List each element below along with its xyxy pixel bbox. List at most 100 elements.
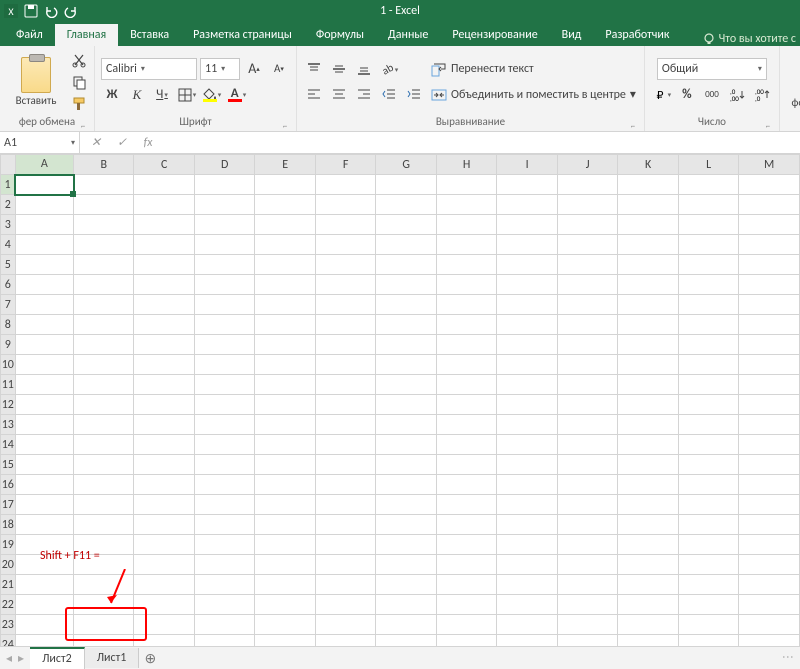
cell[interactable]: [194, 255, 254, 275]
cell[interactable]: [376, 215, 436, 235]
row-header[interactable]: 9: [1, 335, 16, 355]
cell[interactable]: [436, 195, 496, 215]
column-header[interactable]: G: [376, 155, 436, 175]
cell[interactable]: [678, 555, 738, 575]
cell[interactable]: [557, 415, 617, 435]
cell[interactable]: [74, 375, 134, 395]
cell[interactable]: [618, 615, 678, 635]
cell[interactable]: [255, 355, 315, 375]
row-header[interactable]: 16: [1, 475, 16, 495]
cell[interactable]: [315, 415, 375, 435]
cell[interactable]: [255, 635, 315, 647]
cell[interactable]: [739, 455, 800, 475]
cell[interactable]: [678, 575, 738, 595]
alignment-launcher-icon[interactable]: ⌐: [628, 120, 638, 130]
cell[interactable]: [255, 415, 315, 435]
cell[interactable]: [74, 435, 134, 455]
row-header[interactable]: 10: [1, 355, 16, 375]
cell[interactable]: [557, 335, 617, 355]
cell[interactable]: [134, 495, 194, 515]
cell[interactable]: [618, 215, 678, 235]
cell[interactable]: [134, 295, 194, 315]
cell[interactable]: [376, 355, 436, 375]
cell[interactable]: [194, 575, 254, 595]
cell[interactable]: [376, 555, 436, 575]
column-header[interactable]: I: [497, 155, 557, 175]
worksheet[interactable]: A B C D E F G H I J K L M 1 234567891011…: [0, 154, 800, 646]
accounting-format-button[interactable]: ₽▾: [651, 84, 673, 106]
cell[interactable]: [497, 595, 557, 615]
cell[interactable]: [15, 355, 73, 375]
increase-indent-button[interactable]: [403, 83, 425, 105]
font-launcher-icon[interactable]: ⌐: [280, 120, 290, 130]
cell[interactable]: [497, 575, 557, 595]
cell[interactable]: [15, 615, 73, 635]
cell[interactable]: [134, 515, 194, 535]
percent-format-button[interactable]: %: [676, 84, 698, 106]
align-bottom-button[interactable]: [353, 58, 375, 80]
cell[interactable]: [15, 375, 73, 395]
row-header[interactable]: 21: [1, 575, 16, 595]
cell[interactable]: [678, 515, 738, 535]
cell[interactable]: [74, 395, 134, 415]
cell[interactable]: [376, 235, 436, 255]
cell[interactable]: [74, 455, 134, 475]
cell[interactable]: [678, 395, 738, 415]
cell[interactable]: [436, 535, 496, 555]
cell[interactable]: [15, 435, 73, 455]
cell[interactable]: [618, 575, 678, 595]
cell[interactable]: [255, 375, 315, 395]
cell[interactable]: [255, 515, 315, 535]
cell[interactable]: [436, 575, 496, 595]
tab-data[interactable]: Данные: [376, 24, 440, 46]
cell[interactable]: [557, 515, 617, 535]
enter-formula-button[interactable]: ✓: [112, 133, 132, 153]
cell[interactable]: [194, 615, 254, 635]
cell[interactable]: [376, 275, 436, 295]
copy-button[interactable]: [70, 73, 88, 91]
cell[interactable]: [739, 315, 800, 335]
cell[interactable]: [678, 335, 738, 355]
cell[interactable]: [618, 435, 678, 455]
cell[interactable]: [315, 495, 375, 515]
cell[interactable]: [436, 595, 496, 615]
cell[interactable]: [739, 295, 800, 315]
cell[interactable]: [134, 235, 194, 255]
cell[interactable]: [678, 235, 738, 255]
column-header[interactable]: F: [315, 155, 375, 175]
cell[interactable]: [134, 195, 194, 215]
cell[interactable]: [194, 455, 254, 475]
row-header[interactable]: 2: [1, 195, 16, 215]
cell[interactable]: [618, 535, 678, 555]
cell[interactable]: [74, 475, 134, 495]
cell[interactable]: [315, 255, 375, 275]
cell[interactable]: [134, 335, 194, 355]
cell[interactable]: [497, 235, 557, 255]
underline-button[interactable]: Ч▾: [151, 84, 173, 106]
cell[interactable]: [436, 515, 496, 535]
cell[interactable]: [739, 255, 800, 275]
cell[interactable]: [739, 635, 800, 647]
tab-review[interactable]: Рецензирование: [440, 24, 549, 46]
cell[interactable]: [134, 535, 194, 555]
row-header[interactable]: 12: [1, 395, 16, 415]
cell[interactable]: [376, 615, 436, 635]
row-header[interactable]: 5: [1, 255, 16, 275]
cell[interactable]: [739, 375, 800, 395]
cell[interactable]: [557, 395, 617, 415]
cell[interactable]: [618, 275, 678, 295]
cell[interactable]: [739, 515, 800, 535]
sheet-nav-last-icon[interactable]: ▸: [18, 651, 24, 666]
cell[interactable]: [376, 575, 436, 595]
cell[interactable]: [436, 475, 496, 495]
align-middle-button[interactable]: [328, 58, 350, 80]
decrease-font-button[interactable]: A▾: [268, 58, 290, 80]
cell[interactable]: [618, 315, 678, 335]
cell[interactable]: [678, 215, 738, 235]
cell[interactable]: [618, 295, 678, 315]
cell[interactable]: [497, 455, 557, 475]
cell[interactable]: [557, 555, 617, 575]
cell[interactable]: [315, 535, 375, 555]
cell[interactable]: [255, 255, 315, 275]
tab-file[interactable]: Файл: [4, 24, 55, 46]
